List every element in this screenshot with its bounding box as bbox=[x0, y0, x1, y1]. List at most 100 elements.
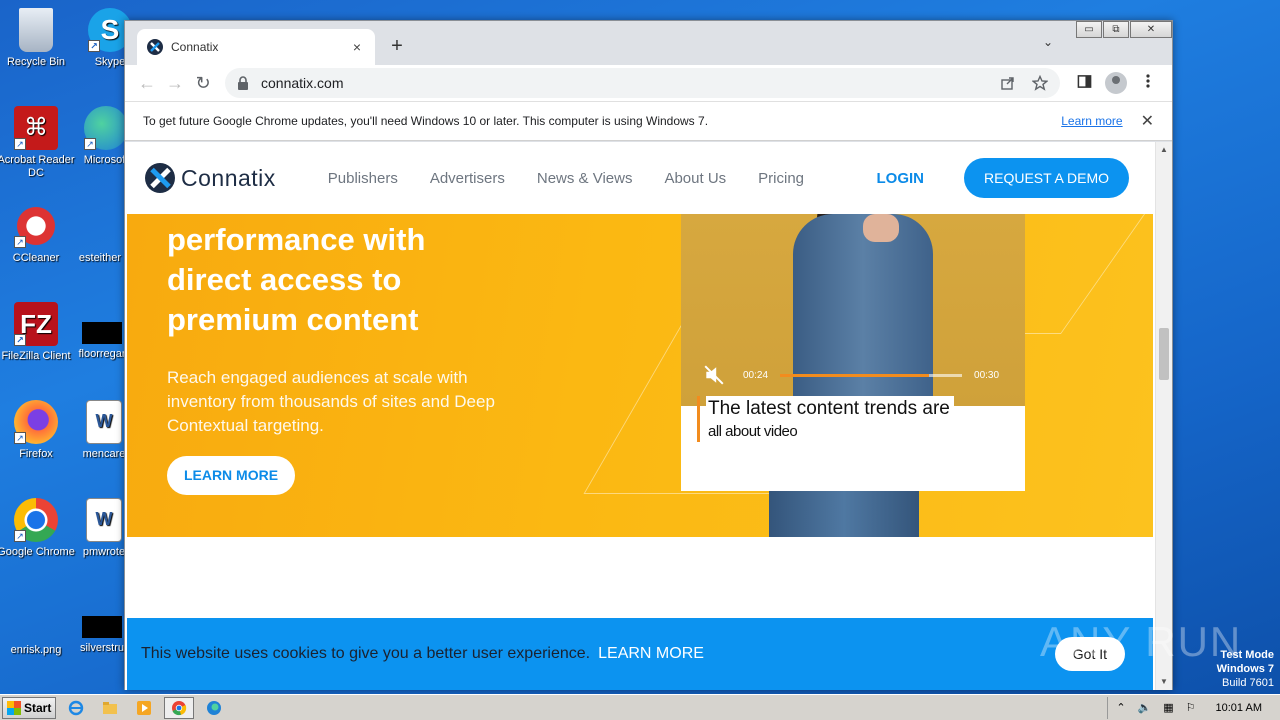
page-viewport: Connatix Publishers Advertisers News & V… bbox=[125, 142, 1172, 690]
start-button[interactable]: Start bbox=[2, 696, 56, 719]
anyrun-watermark: ANY RUN bbox=[1040, 618, 1243, 665]
hero-headline: performance with direct access to premiu… bbox=[167, 220, 507, 340]
cookie-banner: This website uses cookies to give you a … bbox=[127, 618, 1153, 690]
bookmark-star-icon[interactable] bbox=[1032, 75, 1048, 91]
close-window-button[interactable]: ✕ bbox=[1130, 21, 1172, 38]
filezilla-icon: FZ ↗ bbox=[14, 302, 58, 346]
word-document-icon: W bbox=[86, 498, 122, 542]
taskbar-edge-icon[interactable] bbox=[200, 697, 228, 719]
site-header: Connatix Publishers Advertisers News & V… bbox=[127, 142, 1153, 214]
windows-flag-icon bbox=[7, 700, 21, 715]
chrome-icon: ↗ bbox=[14, 498, 58, 542]
nav-about-us[interactable]: About Us bbox=[664, 170, 726, 187]
test-mode-line: Test Mode bbox=[1220, 649, 1274, 661]
caption-line-1: The latest content trends are bbox=[706, 396, 954, 421]
nav-advertisers[interactable]: Advertisers bbox=[430, 170, 505, 187]
test-mode-text: Test Mode Windows 7 Build 7601 bbox=[1217, 648, 1274, 690]
update-infobar: To get future Google Chrome updates, you… bbox=[125, 101, 1172, 141]
file-icon bbox=[82, 322, 122, 344]
profile-avatar-icon[interactable] bbox=[1100, 72, 1132, 94]
share-icon[interactable] bbox=[1000, 75, 1016, 91]
taskbar-explorer-icon[interactable] bbox=[96, 697, 124, 719]
test-mode-line: Windows 7 bbox=[1216, 663, 1274, 675]
hero-headline-line: direct access to bbox=[167, 262, 402, 297]
window-controls: ▭ ⧉ ✕ bbox=[1075, 21, 1172, 38]
cookie-learn-more-link[interactable]: LEARN MORE bbox=[598, 645, 704, 663]
connatix-logo[interactable]: Connatix bbox=[145, 163, 276, 193]
firefox-icon: ↗ bbox=[14, 400, 58, 444]
tab-connatix[interactable]: Connatix × bbox=[137, 29, 375, 65]
connatix-logo-icon bbox=[145, 163, 175, 193]
desktop-icon-label: Acrobat Reader DC bbox=[0, 154, 75, 179]
mute-icon[interactable] bbox=[703, 364, 725, 386]
desktop-icon-recycle-bin[interactable]: Recycle Bin bbox=[0, 8, 76, 69]
cookie-message: This website uses cookies to give you a … bbox=[141, 645, 591, 662]
volume-icon[interactable]: 🔈 bbox=[1138, 701, 1152, 714]
video-progress-bar[interactable] bbox=[780, 373, 963, 377]
logo-text: Connatix bbox=[181, 164, 276, 191]
request-demo-button[interactable]: REQUEST A DEMO bbox=[964, 158, 1129, 198]
taskbar: Start ⌃ 🔈 ▦ ⚐ 10:01 AM bbox=[0, 694, 1280, 720]
video-player[interactable]: 00:24 00:30 The latest content trends ar… bbox=[681, 214, 1025, 491]
lock-icon bbox=[238, 76, 248, 90]
infobar-learn-more-link[interactable]: Learn more bbox=[1061, 114, 1122, 128]
hero-section: performance with direct access to premiu… bbox=[127, 214, 1153, 537]
page-scrollbar[interactable]: ▲ ▼ bbox=[1155, 142, 1172, 690]
test-mode-line: Build 7601 bbox=[1222, 677, 1274, 689]
word-document-icon: W bbox=[86, 400, 122, 444]
scroll-up-arrow-icon[interactable]: ▲ bbox=[1156, 142, 1172, 158]
tab-strip: Connatix × + ⌄ ▭ ⧉ ✕ bbox=[125, 21, 1172, 65]
action-center-flag-icon[interactable]: ⚐ bbox=[1186, 701, 1196, 714]
nav-news-views[interactable]: News & Views bbox=[537, 170, 633, 187]
scroll-down-arrow-icon[interactable]: ▼ bbox=[1156, 674, 1172, 690]
hero-headline-line: premium content bbox=[167, 302, 419, 337]
browser-toolbar: ← → ↻ connatix.com bbox=[125, 65, 1172, 101]
video-person-legs bbox=[769, 491, 919, 537]
nav-publishers[interactable]: Publishers bbox=[328, 170, 398, 187]
taskbar-media-player-icon[interactable] bbox=[130, 697, 158, 719]
toolbar-actions bbox=[1068, 72, 1164, 94]
edge-icon: ↗ bbox=[84, 106, 128, 150]
video-current-time: 00:24 bbox=[743, 369, 769, 381]
scroll-thumb[interactable] bbox=[1159, 328, 1169, 380]
video-person-hand bbox=[863, 214, 899, 242]
hero-body: Reach engaged audiences at scale with in… bbox=[167, 368, 495, 435]
video-controls: 00:24 00:30 bbox=[703, 364, 1003, 386]
file-icon bbox=[78, 204, 122, 248]
taskbar-chrome-icon[interactable] bbox=[164, 696, 194, 719]
taskbar-ie-icon[interactable] bbox=[62, 697, 90, 719]
video-progress-fill bbox=[780, 373, 930, 377]
side-panel-icon[interactable] bbox=[1068, 74, 1100, 93]
hero-learn-more-button[interactable]: LEARN MORE bbox=[167, 456, 295, 495]
tab-close-icon[interactable]: × bbox=[349, 39, 365, 55]
clock[interactable]: 10:01 AM bbox=[1216, 702, 1262, 714]
url-text[interactable]: connatix.com bbox=[261, 75, 984, 91]
start-label: Start bbox=[24, 700, 52, 715]
new-tab-button[interactable]: + bbox=[387, 35, 407, 58]
menu-kebab-icon[interactable] bbox=[1132, 73, 1164, 93]
tray-expand-icon[interactable]: ⌃ bbox=[1116, 701, 1125, 714]
forward-button[interactable]: → bbox=[161, 69, 189, 97]
infobar-close-icon[interactable]: ✕ bbox=[1141, 111, 1154, 131]
caption-line-2: all about video bbox=[706, 421, 802, 442]
ccleaner-icon: ↗ bbox=[14, 204, 58, 248]
network-icon[interactable]: ▦ bbox=[1163, 701, 1173, 714]
main-nav: Publishers Advertisers News & Views Abou… bbox=[328, 170, 836, 187]
reload-button[interactable]: ↻ bbox=[189, 69, 217, 97]
tab-title: Connatix bbox=[171, 40, 219, 54]
infobar-message: To get future Google Chrome updates, you… bbox=[143, 114, 709, 128]
video-caption: The latest content trends are all about … bbox=[697, 396, 954, 442]
tab-search-chevron-icon[interactable]: ⌄ bbox=[1043, 35, 1053, 49]
file-icon bbox=[82, 616, 122, 638]
address-bar[interactable]: connatix.com bbox=[225, 68, 1060, 98]
desktop-icon-label: Recycle Bin bbox=[6, 56, 66, 68]
minimize-button[interactable]: ▭ bbox=[1076, 21, 1102, 38]
image-file-icon bbox=[14, 596, 58, 640]
login-link[interactable]: LOGIN bbox=[877, 170, 925, 187]
video-frame[interactable]: 00:24 00:30 bbox=[681, 214, 1025, 406]
desktop-icon-acrobat[interactable]: ⌘ ↗ Acrobat Reader DC bbox=[0, 106, 76, 180]
nav-pricing[interactable]: Pricing bbox=[758, 170, 804, 187]
acrobat-icon: ⌘ ↗ bbox=[14, 106, 58, 150]
restore-button[interactable]: ⧉ bbox=[1103, 21, 1129, 38]
back-button[interactable]: ← bbox=[133, 69, 161, 97]
